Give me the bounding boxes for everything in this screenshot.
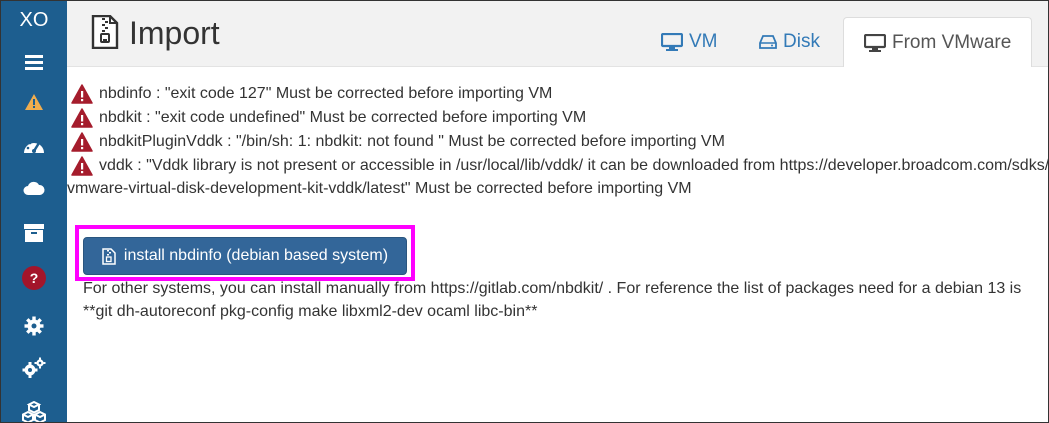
error-message: nbdkit : "exit code undefined" Must be c… xyxy=(71,108,586,128)
app-frame: XO ? Import VM Disk From VMware nbdinfo … xyxy=(0,0,1049,423)
tab-from-vmware[interactable]: From VMware xyxy=(843,17,1033,67)
error-text: nbdkit : "exit code undefined" Must be c… xyxy=(99,109,587,126)
tab-vm-label: VM xyxy=(689,30,718,52)
error-message: nbdkitPluginVddk : "/bin/sh: 1: nbdkit: … xyxy=(71,132,725,152)
monitor-icon xyxy=(661,32,683,51)
logo[interactable]: XO xyxy=(1,9,67,32)
error-text: nbdinfo : "exit code 127" Must be correc… xyxy=(99,85,553,102)
page-title: Import xyxy=(129,15,220,51)
package-list: **git dh-autoreconf pkg-config make libx… xyxy=(83,303,538,320)
sidebar: XO ? xyxy=(1,1,67,422)
error-text-continuation: vmware-virtual-disk-development-kit-vddk… xyxy=(67,180,692,197)
warning-icon[interactable] xyxy=(1,87,67,117)
error-message: nbdinfo : "exit code 127" Must be correc… xyxy=(71,84,552,104)
warning-icon xyxy=(71,108,93,128)
zip-file-icon xyxy=(91,14,119,54)
tab-disk-label: Disk xyxy=(783,30,820,52)
cogs-icon[interactable] xyxy=(1,353,67,383)
page-header: Import VM Disk From VMware xyxy=(67,1,1048,67)
cloud-icon[interactable] xyxy=(1,173,67,203)
tab-vm[interactable]: VM xyxy=(661,17,718,66)
tab-from-vmware-label: From VMware xyxy=(892,31,1012,53)
dashboard-icon[interactable] xyxy=(1,131,67,161)
tab-disk[interactable]: Disk xyxy=(759,17,820,66)
error-text: vddk : "Vddk library is not present or a… xyxy=(99,157,1049,174)
settings-icon[interactable] xyxy=(1,311,67,341)
hdd-icon xyxy=(759,34,777,49)
menu-icon[interactable] xyxy=(1,47,67,77)
cubes-icon[interactable] xyxy=(1,397,67,422)
error-text: nbdkitPluginVddk : "/bin/sh: 1: nbdkit: … xyxy=(99,133,725,150)
install-instructions: For other systems, you can install manua… xyxy=(83,277,1021,323)
archive-icon[interactable] xyxy=(1,218,67,248)
highlight-box xyxy=(75,225,415,281)
svg-text:?: ? xyxy=(30,270,39,286)
monitor-icon xyxy=(864,33,886,52)
warning-icon xyxy=(71,132,93,152)
import-content: nbdinfo : "exit code 127" Must be correc… xyxy=(67,67,1048,422)
help-icon[interactable]: ? xyxy=(1,263,67,293)
warning-icon xyxy=(71,84,93,104)
error-message: vddk : "Vddk library is not present or a… xyxy=(71,156,1049,176)
warning-icon xyxy=(71,156,93,176)
